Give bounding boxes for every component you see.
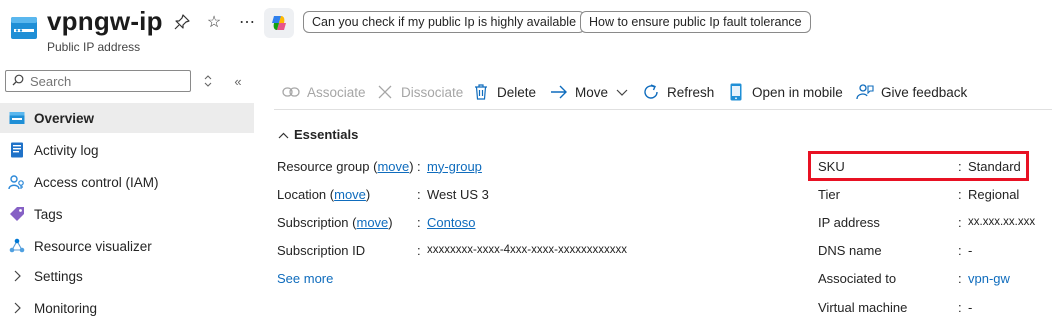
field-colon: : — [958, 186, 962, 202]
move-location-link[interactable]: move — [334, 187, 366, 202]
sidebar-item-label: Activity log — [34, 142, 99, 158]
copilot-icon[interactable] — [264, 8, 294, 38]
trash-icon — [472, 83, 490, 101]
iam-icon — [8, 173, 26, 191]
field-colon: : — [417, 214, 421, 230]
overview-icon — [8, 109, 26, 127]
sidebar-item-monitoring[interactable]: Monitoring — [0, 293, 254, 323]
location-value: West US 3 — [427, 186, 489, 202]
essentials-row-subscription: Subscription (move) — [277, 214, 393, 230]
subscription-id-value: xxxxxxxx-xxxx-4xxx-xxxx-xxxxxxxxxxxx — [427, 244, 627, 256]
suggestion-chip-fault-tolerance[interactable]: How to ensure public Ip fault tolerance — [580, 11, 811, 33]
search-icon — [12, 74, 24, 89]
tier-label: Tier — [818, 186, 840, 202]
sidebar-item-label: Resource visualizer — [34, 238, 152, 254]
link-icon — [282, 83, 300, 101]
field-label: Location — [277, 186, 327, 202]
essentials-row-resource-group: Resource group (move) — [277, 158, 414, 174]
field-colon: : — [958, 242, 962, 258]
tier-value: Regional — [968, 186, 1020, 202]
toolbar-divider — [274, 109, 1052, 110]
sidebar-item-label: Tags — [34, 206, 63, 222]
open-in-mobile-button[interactable]: Open in mobile — [727, 82, 843, 102]
sidebar-item-tags[interactable]: Tags — [0, 199, 254, 229]
ip-address-value: xx.xxx.xx.xxx — [968, 216, 1036, 228]
page-title: vpngw-ip — [47, 6, 163, 36]
sidebar-item-label: Monitoring — [34, 300, 98, 316]
visualizer-icon — [8, 237, 26, 255]
field-colon: : — [417, 158, 421, 174]
expand-collapse-icon[interactable] — [200, 72, 216, 90]
sidebar-item-label: Settings — [34, 268, 83, 284]
see-more-link[interactable]: See more — [277, 269, 333, 287]
essentials-toggle[interactable]: Essentials — [278, 127, 358, 142]
collapse-sidebar-icon[interactable]: « — [230, 72, 246, 90]
suggestion-chip-high-availability[interactable]: Can you check if my public Ip is highly … — [303, 11, 586, 33]
close-icon — [376, 83, 394, 101]
give-feedback-button[interactable]: Give feedback — [856, 82, 967, 102]
search-box[interactable] — [5, 70, 191, 92]
subscription-id-label: Subscription ID — [277, 242, 366, 258]
public-ip-resource-icon — [10, 14, 38, 42]
mobile-icon — [727, 83, 745, 101]
associate-button[interactable]: Associate — [282, 82, 366, 102]
virtual-machine-label: Virtual machine — [818, 299, 908, 315]
resource-type-subtitle: Public IP address — [47, 40, 141, 54]
sidebar-item-overview[interactable]: Overview — [0, 103, 254, 133]
chevron-right-icon — [8, 299, 26, 317]
search-input[interactable] — [30, 73, 180, 89]
sidebar-item-settings[interactable]: Settings — [0, 261, 254, 291]
ip-address-label: IP address — [818, 214, 880, 230]
field-colon: : — [958, 270, 962, 286]
move-resource-group-link[interactable]: move — [377, 159, 409, 174]
feedback-icon — [856, 83, 874, 101]
dns-name-value: - — [968, 242, 973, 258]
field-label: Resource group — [277, 158, 370, 174]
subscription-link[interactable]: Contoso — [427, 213, 475, 231]
virtual-machine-value: - — [968, 299, 973, 315]
sidebar-item-activity-log[interactable]: Activity log — [0, 135, 254, 165]
tag-icon — [8, 205, 26, 223]
star-icon[interactable]: ☆ — [204, 12, 224, 32]
essentials-row-location: Location (move) — [277, 186, 371, 202]
field-colon: : — [958, 158, 962, 174]
sidebar-item-access-control[interactable]: Access control (IAM) — [0, 167, 254, 197]
arrow-right-icon — [550, 83, 568, 101]
more-icon[interactable]: ⋯ — [237, 12, 257, 32]
resource-group-link[interactable]: my-group — [427, 157, 482, 175]
refresh-button[interactable]: Refresh — [642, 82, 714, 102]
associated-to-label: Associated to — [818, 270, 897, 286]
chevron-up-icon — [278, 127, 289, 142]
field-colon: : — [958, 214, 962, 230]
dns-name-label: DNS name — [818, 242, 882, 258]
field-colon: : — [417, 242, 421, 258]
delete-button[interactable]: Delete — [472, 82, 536, 102]
field-colon: : — [958, 299, 962, 315]
sku-value: Standard — [968, 158, 1021, 174]
field-colon: : — [417, 186, 421, 202]
activity-log-icon — [8, 141, 26, 159]
move-subscription-link[interactable]: move — [357, 215, 389, 230]
sidebar-item-label: Overview — [34, 110, 95, 126]
dissociate-button[interactable]: Dissociate — [376, 82, 463, 102]
pin-icon[interactable] — [172, 12, 192, 32]
chevron-right-icon — [8, 267, 26, 285]
sidebar-item-resource-visualizer[interactable]: Resource visualizer — [0, 231, 254, 261]
move-button[interactable]: Move — [550, 82, 628, 102]
chevron-down-icon — [616, 85, 628, 100]
sidebar-item-label: Access control (IAM) — [34, 174, 159, 190]
sku-label: SKU — [818, 158, 845, 174]
associated-to-link[interactable]: vpn-gw — [968, 269, 1010, 287]
refresh-icon — [642, 83, 660, 101]
field-label: Subscription — [277, 214, 349, 230]
